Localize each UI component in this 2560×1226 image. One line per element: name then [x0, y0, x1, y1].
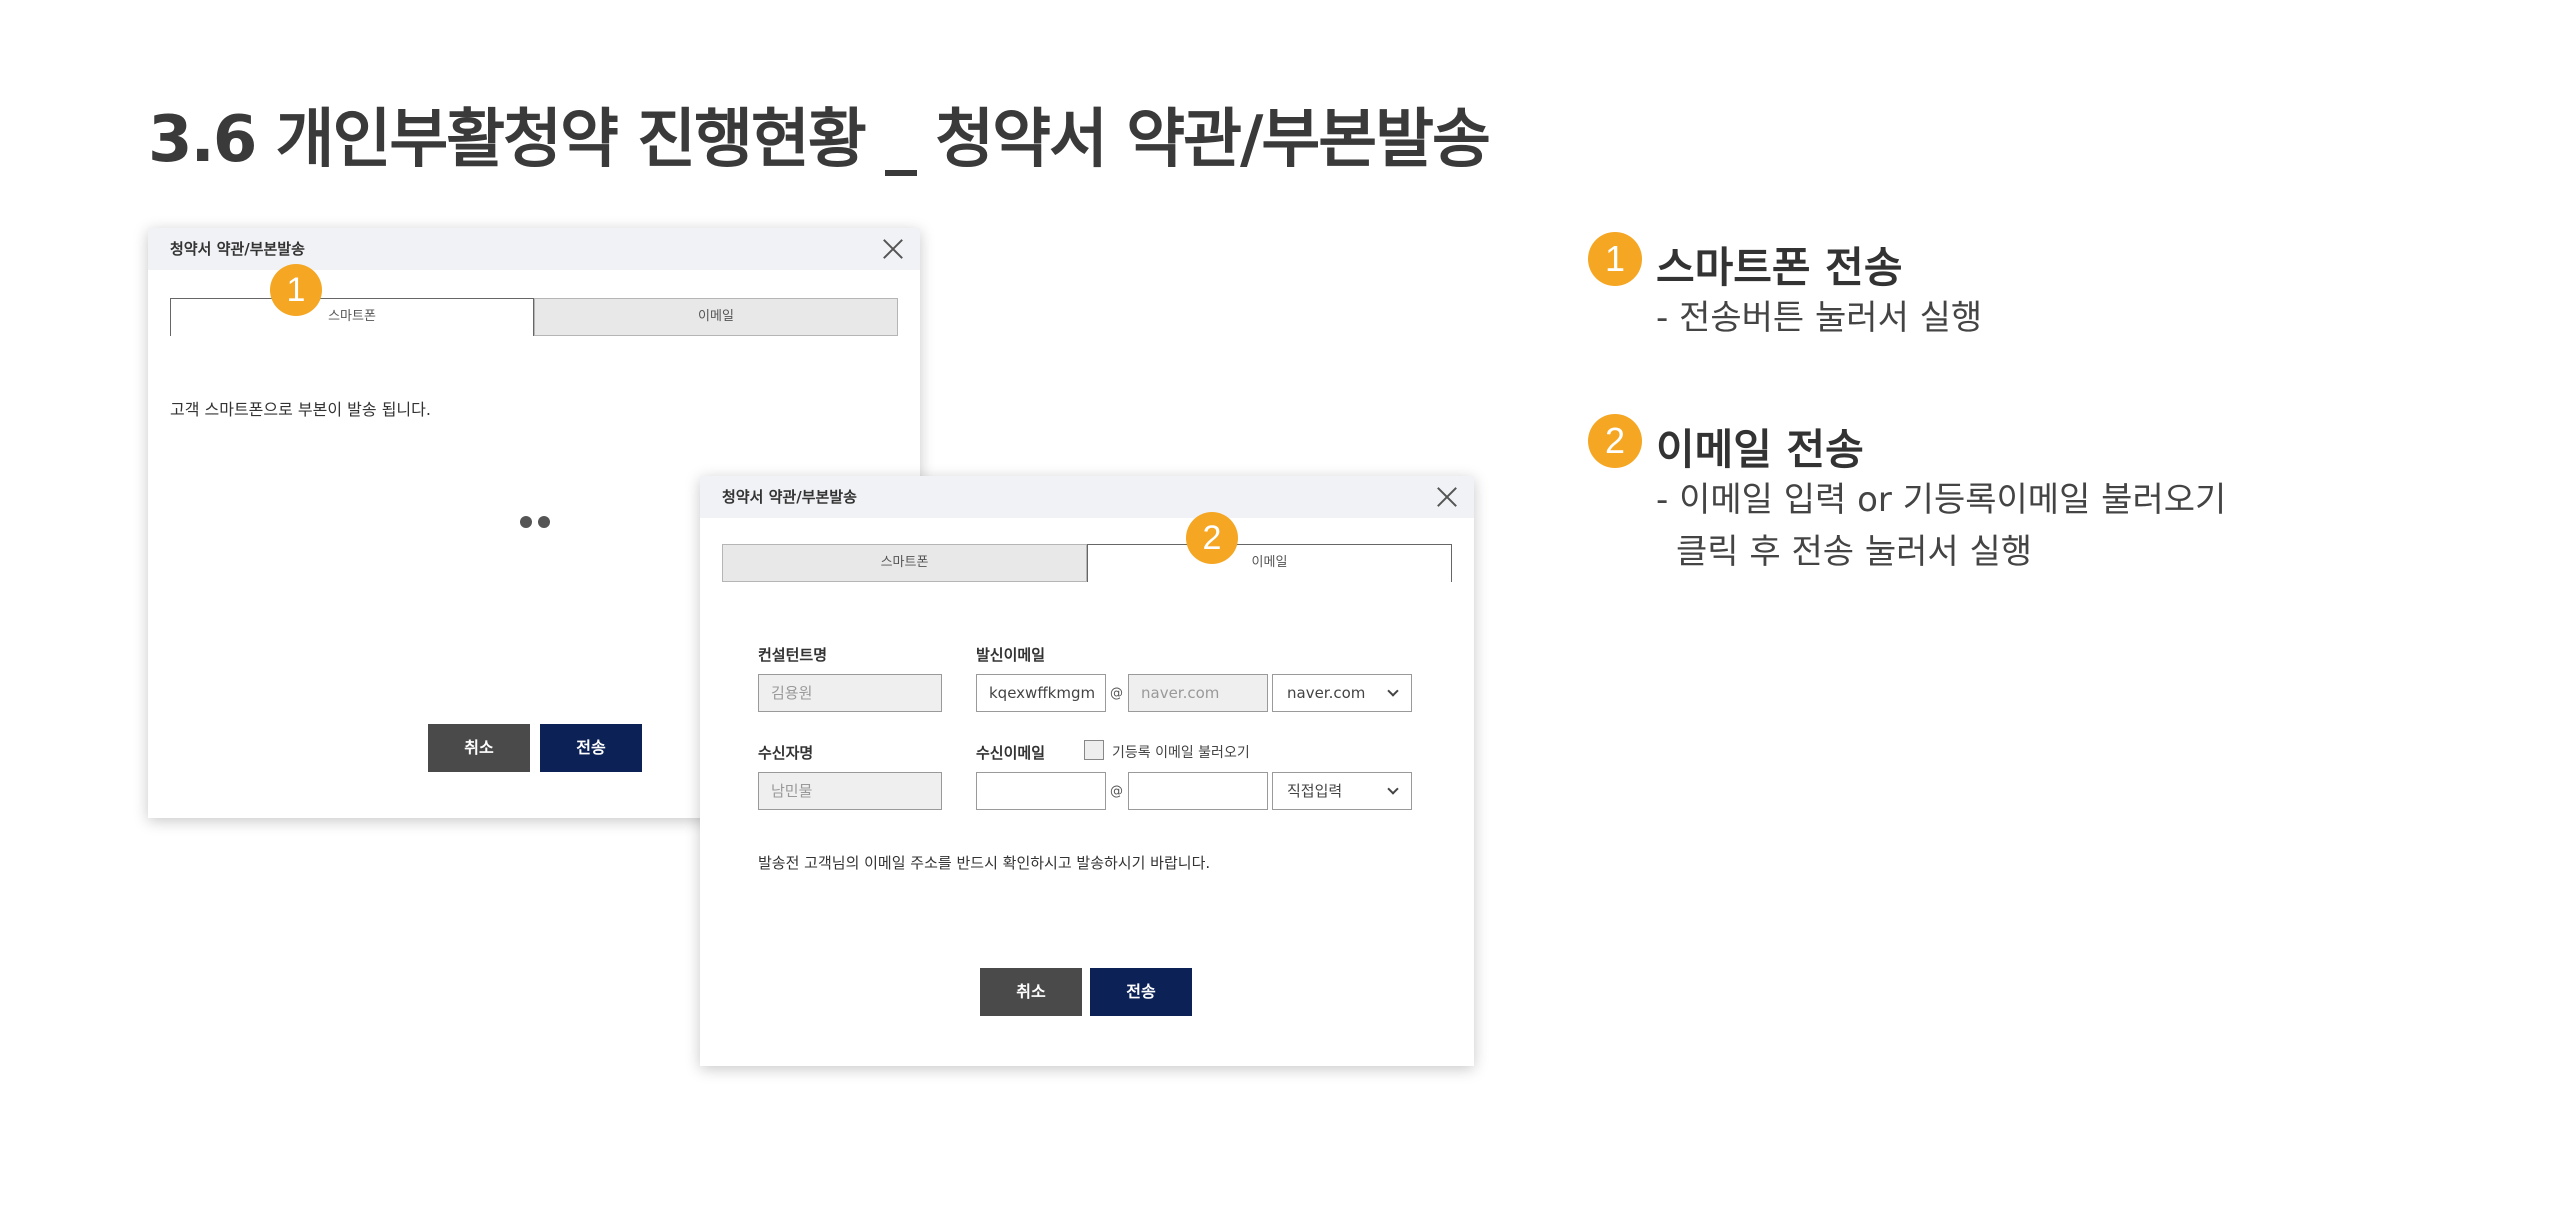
consultant-field: 김용원 — [758, 674, 942, 712]
dialog-header: 청약서 약관/부본발송 — [148, 228, 920, 270]
email-send-dialog: 청약서 약관/부본발송 스마트폰 이메일 2 컨설턴트명 김용원 발신이메일 k… — [700, 476, 1474, 1066]
sender-domain-selected: naver.com — [1287, 684, 1366, 702]
load-registered-email-checkbox[interactable] — [1084, 740, 1104, 760]
dialog-title: 청약서 약관/부본발송 — [170, 240, 305, 258]
page-title: 3.6 개인부활청약 진행현황 _ 청약서 약관/부본발송 — [148, 103, 1491, 177]
tab-email[interactable]: 이메일 — [534, 298, 898, 336]
recipient-domain-selected: 직접입력 — [1287, 782, 1343, 800]
chevron-down-icon — [1387, 783, 1399, 795]
cancel-button[interactable]: 취소 — [428, 724, 530, 772]
at-sign: @ — [1110, 686, 1123, 701]
close-icon[interactable] — [880, 236, 906, 262]
recipient-email-label: 수신이메일 — [976, 744, 1046, 762]
tab-bar: 스마트폰 이메일 — [722, 544, 1452, 582]
tab-smartphone[interactable]: 스마트폰 — [722, 544, 1087, 582]
sender-email-label: 발신이메일 — [976, 646, 1046, 664]
loading-indicator — [520, 516, 550, 528]
recipient-label: 수신자명 — [758, 744, 814, 762]
dialog-title: 청약서 약관/부본발송 — [722, 488, 857, 506]
step-badge-2: 2 — [1186, 512, 1238, 564]
step-badge-1: 1 — [1588, 232, 1642, 286]
legend-desc: - 전송버튼 눌러서 실행 — [1656, 298, 1983, 338]
email-footer-note: 발송전 고객님의 이메일 주소를 반드시 확인하시고 발송하시기 바랍니다. — [758, 854, 1211, 872]
close-icon[interactable] — [1434, 484, 1460, 510]
load-registered-email-label: 기등록 이메일 불러오기 — [1112, 745, 1250, 761]
sender-domain-select[interactable]: naver.com — [1272, 674, 1412, 712]
sender-email-domain-input: naver.com — [1128, 674, 1268, 712]
chevron-down-icon — [1387, 685, 1399, 697]
cancel-button[interactable]: 취소 — [980, 968, 1082, 1016]
recipient-email-id-input[interactable] — [976, 772, 1106, 810]
recipient-name-field: 남민물 — [758, 772, 942, 810]
send-button[interactable]: 전송 — [1090, 968, 1192, 1016]
legend-desc: - 이메일 입력 or 기등록이메일 불러오기 — [1656, 480, 2227, 520]
send-button[interactable]: 전송 — [540, 724, 642, 772]
recipient-email-domain-input[interactable] — [1128, 772, 1268, 810]
step-badge-1: 1 — [270, 264, 322, 316]
legend-title: 이메일 전송 — [1656, 425, 1864, 474]
tab-smartphone[interactable]: 스마트폰 — [170, 298, 534, 336]
at-sign: @ — [1110, 784, 1123, 799]
legend-desc: 클릭 후 전송 눌러서 실행 — [1676, 532, 2033, 572]
dialog-header: 청약서 약관/부본발송 — [700, 476, 1474, 518]
sender-email-id-input[interactable]: kqexwffkmgm — [976, 674, 1106, 712]
legend-title: 스마트폰 전송 — [1656, 243, 1903, 292]
step-badge-2: 2 — [1588, 414, 1642, 468]
tab-email[interactable]: 이메일 — [1087, 544, 1452, 582]
send-notice: 고객 스마트폰으로 부본이 발송 됩니다. — [170, 400, 431, 419]
recipient-domain-select[interactable]: 직접입력 — [1272, 772, 1412, 810]
consultant-label: 컨설턴트명 — [758, 646, 828, 664]
